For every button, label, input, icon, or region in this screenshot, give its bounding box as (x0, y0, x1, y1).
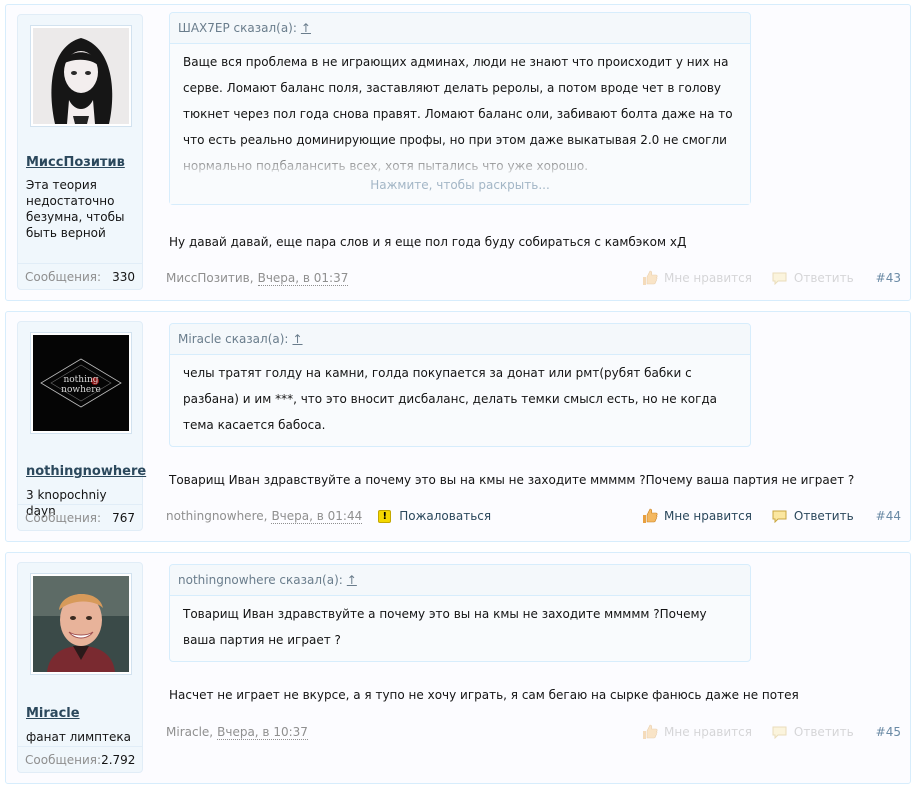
user-info: Miracle фанат лимптека Сообщения: 2.792 (17, 562, 143, 773)
post-author[interactable]: МиссПозитив (166, 271, 250, 285)
post-author[interactable]: Miracle (166, 725, 209, 739)
reply-label: Ответить (793, 271, 854, 285)
quote-arrow-icon[interactable]: ↑ (292, 332, 302, 346)
messages-row: Сообщения: 330 (18, 263, 142, 289)
warning-icon: ! (378, 509, 392, 523)
username[interactable]: МиссПозитив (26, 155, 125, 170)
like-button[interactable]: Мне нравится (642, 724, 752, 740)
post-meta: Miracle , Вчера, в 10:37 Мне нравится От… (166, 724, 901, 740)
quote-header: ШАХ7ЕР сказал(а): ↑ (170, 13, 750, 44)
like-button[interactable]: Мне нравится (642, 270, 752, 286)
messages-label: Сообщения: (25, 752, 102, 767)
speech-bubble-icon (772, 510, 787, 523)
like-label: Мне нравится (664, 725, 752, 739)
quote-text: Товарищ Иван здравствуйте а почему это в… (183, 607, 707, 647)
thumbs-up-icon (643, 508, 658, 523)
post-date[interactable]: Вчера, в 01:37 (257, 271, 349, 286)
avatar[interactable] (30, 25, 132, 127)
post-43: МиссПозитив Эта теория недостаточно безу… (5, 4, 911, 301)
post-actions: Мне нравится Ответить #44 (622, 508, 901, 524)
avatar-image (33, 28, 129, 124)
like-label: Мне нравится (664, 509, 752, 523)
avatar-image (33, 576, 129, 672)
reply-label: Ответить (793, 509, 854, 523)
post-message: Ну давай давай, еще пара слов и я еще по… (169, 235, 687, 249)
reply-label: Ответить (793, 725, 854, 739)
post-message: Товарищ Иван здравствуйте а почему это в… (169, 473, 855, 487)
user-title: фанат лимптека (26, 730, 131, 744)
avatar[interactable]: nothing nowhere (30, 332, 132, 434)
avatar-text-1: nothing (63, 375, 98, 385)
post-date[interactable]: Вчера, в 10:37 (217, 725, 308, 740)
like-button[interactable]: Мне нравится (642, 508, 752, 524)
post-date[interactable]: Вчера, в 01:44 (271, 509, 363, 524)
avatar-text-2: nowhere (61, 385, 101, 395)
quote-block: ШАХ7ЕР сказал(а): ↑ Ваще вся проблема в … (169, 12, 751, 205)
post-meta: nothingnowhere , Вчера, в 01:44 ! Пожало… (166, 508, 901, 524)
post-45: Miracle фанат лимптека Сообщения: 2.792 … (5, 552, 911, 784)
speech-bubble-icon (772, 726, 787, 739)
messages-row: Сообщения: 767 (18, 504, 142, 530)
post-actions: Мне нравится Ответить #45 (622, 724, 901, 740)
messages-label: Сообщения: (25, 510, 102, 525)
quote-text: челы тратят голду на камни, голда покупа… (183, 366, 718, 432)
avatar-image: nothing nowhere (33, 335, 129, 431)
post-44: nothing nowhere nothingnowhere 3 knopoch… (5, 311, 911, 542)
reply-button[interactable]: Ответить (772, 271, 854, 285)
quote-body: Товарищ Иван здравствуйте а почему это в… (170, 596, 750, 661)
messages-count[interactable]: 330 (112, 270, 135, 284)
post-number[interactable]: #44 (876, 509, 901, 523)
report-button[interactable]: ! Пожаловаться (378, 509, 491, 523)
expand-quote-button[interactable]: Нажмите, чтобы раскрыть... (170, 172, 750, 198)
user-title: Эта теория недостаточно безумна, чтобы б… (26, 178, 125, 240)
post-actions: Мне нравится Ответить #43 (622, 270, 901, 286)
user-info: МиссПозитив Эта теория недостаточно безу… (17, 14, 143, 290)
username[interactable]: nothingnowhere (26, 464, 146, 479)
quote-author[interactable]: nothingnowhere сказал(а): (178, 573, 343, 587)
avatar[interactable] (30, 573, 132, 675)
quote-arrow-icon[interactable]: ↑ (347, 573, 357, 587)
quote-body: челы тратят голду на камни, голда покупа… (170, 355, 750, 446)
thumbs-up-icon (643, 724, 658, 739)
reply-button[interactable]: Ответить (772, 725, 854, 739)
messages-row: Сообщения: 2.792 (18, 746, 142, 772)
report-label: Пожаловаться (399, 509, 492, 523)
user-info: nothing nowhere nothingnowhere 3 knopoch… (17, 321, 146, 531)
post-author[interactable]: nothingnowhere (166, 509, 264, 523)
username[interactable]: Miracle (26, 706, 80, 721)
quote-header: Miracle сказал(а): ↑ (170, 324, 750, 355)
post-number[interactable]: #45 (876, 725, 901, 739)
post-meta: МиссПозитив , Вчера, в 01:37 Мне нравитс… (166, 270, 901, 286)
reply-button[interactable]: Ответить (772, 509, 854, 523)
thumbs-up-icon (643, 270, 658, 285)
messages-label: Сообщения: (25, 269, 102, 284)
messages-count[interactable]: 767 (112, 511, 135, 525)
quote-author[interactable]: Miracle сказал(а): (178, 332, 288, 346)
quote-author[interactable]: ШАХ7ЕР сказал(а): (178, 21, 297, 35)
messages-count[interactable]: 2.792 (101, 753, 135, 767)
quote-block: nothingnowhere сказал(а): ↑ Товарищ Иван… (169, 564, 751, 662)
post-number[interactable]: #43 (876, 271, 901, 285)
post-message: Насчет не играет не вкурсе, а я тупо не … (169, 688, 799, 702)
like-label: Мне нравится (664, 271, 752, 285)
quote-body: Ваще вся проблема в не играющих админах,… (170, 44, 750, 204)
quote-block: Miracle сказал(а): ↑ челы тратят голду н… (169, 323, 751, 447)
quote-header: nothingnowhere сказал(а): ↑ (170, 565, 750, 596)
quote-arrow-icon[interactable]: ↑ (301, 21, 311, 35)
speech-bubble-icon (772, 272, 787, 285)
